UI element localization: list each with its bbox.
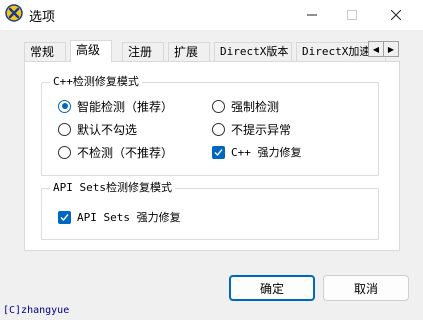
tab-advanced[interactable]: 高级 xyxy=(70,40,112,62)
cpp-group-label: C++检测修复模式 xyxy=(50,75,142,89)
close-icon[interactable] xyxy=(380,0,412,30)
tab-panel-advanced: C++检测修复模式 智能检测（推荐） 强制检测 默认不勾选 不提示异常 不检测（… xyxy=(24,61,400,251)
radio-indicator[interactable] xyxy=(212,122,225,136)
minimize-icon[interactable] xyxy=(296,0,328,30)
radio-no-detect[interactable]: 不检测（不推荐） xyxy=(58,144,173,160)
title-bar[interactable]: 选项 xyxy=(0,0,423,30)
maximize-icon xyxy=(336,0,368,30)
radio-default-unchecked-label: 默认不勾选 xyxy=(77,122,138,137)
checkbox-indicator[interactable] xyxy=(58,210,71,224)
api-group-label: API Sets检测修复模式 xyxy=(50,181,175,195)
cpp-repair-group: C++检测修复模式 智能检测（推荐） 强制检测 默认不勾选 不提示异常 不检测（… xyxy=(41,75,379,176)
radio-smart-detect[interactable]: 智能检测（推荐） xyxy=(58,98,173,114)
gear-x-icon xyxy=(5,4,23,22)
checkmark-icon xyxy=(60,213,69,221)
tab-directx-version[interactable]: DirectX版本 xyxy=(214,42,292,62)
tab-extend[interactable]: 扩展 xyxy=(168,42,210,62)
tab-scroll-left-icon[interactable]: ◀ xyxy=(368,41,384,57)
radio-force-detect[interactable]: 强制检测 xyxy=(212,98,279,114)
radio-indicator[interactable] xyxy=(58,99,71,113)
cancel-button[interactable]: 取消 xyxy=(323,275,409,301)
ok-button[interactable]: 确定 xyxy=(229,275,315,301)
tab-register[interactable]: 注册 xyxy=(122,42,164,62)
tab-scroll-right-icon[interactable]: ▶ xyxy=(383,41,399,57)
radio-force-detect-label: 强制检测 xyxy=(231,99,280,114)
checkbox-cpp-strong-repair-label: C++ 强力修复 xyxy=(231,146,302,159)
checkbox-indicator[interactable] xyxy=(212,145,225,159)
api-sets-repair-group: API Sets检测修复模式 API Sets 强力修复 xyxy=(41,181,379,240)
radio-indicator[interactable] xyxy=(58,122,71,136)
radio-no-warning-label: 不提示异常 xyxy=(231,122,292,137)
radio-indicator[interactable] xyxy=(212,99,225,113)
checkmark-icon xyxy=(214,148,223,156)
radio-no-detect-label: 不检测（不推荐） xyxy=(77,145,174,160)
radio-default-unchecked[interactable]: 默认不勾选 xyxy=(58,121,137,137)
tab-general[interactable]: 常规 xyxy=(24,42,66,62)
tab-strip: 常规 高级 注册 扩展 DirectX版本 DirectX加速 xyxy=(24,40,396,62)
radio-smart-detect-label: 智能检测（推荐） xyxy=(77,99,174,114)
checkbox-api-sets-strong-repair[interactable]: API Sets 强力修复 xyxy=(58,209,181,225)
copyright-footer: [C]zhangyue xyxy=(3,305,70,316)
checkbox-cpp-strong-repair[interactable]: C++ 强力修复 xyxy=(212,144,302,160)
window-title: 选项 xyxy=(29,10,56,25)
radio-no-warning[interactable]: 不提示异常 xyxy=(212,121,291,137)
checkbox-api-sets-strong-repair-label: API Sets 强力修复 xyxy=(77,211,181,224)
radio-indicator[interactable] xyxy=(58,145,71,159)
